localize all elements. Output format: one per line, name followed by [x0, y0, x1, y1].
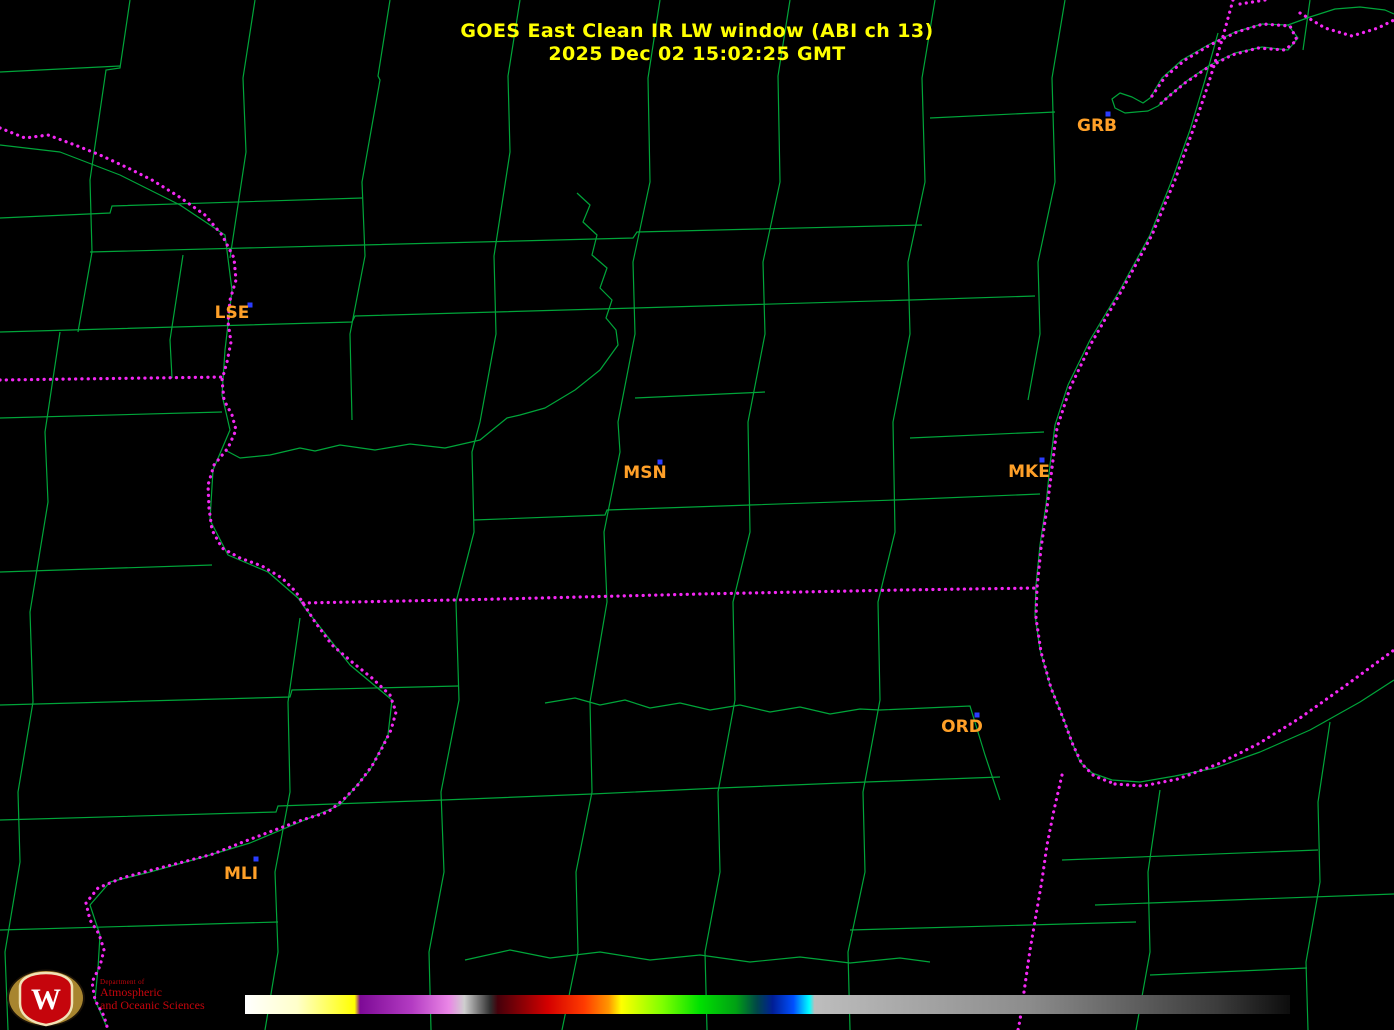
river-shoreline-line [224, 192, 619, 459]
river-shoreline-line [544, 697, 881, 715]
county-boundary-line [909, 431, 1045, 439]
station-label-LSE: LSE [215, 303, 250, 323]
uw-aos-logo-text: Department of Atmospheric and Oceanic Sc… [100, 978, 205, 1012]
state-border-dotted-line [0, 126, 398, 1030]
state-border-dotted-line [0, 375, 226, 382]
county-boundary-line [89, 224, 923, 253]
river-shoreline-line [0, 144, 393, 1026]
ir-temperature-colorbar [245, 995, 1290, 1014]
county-boundary-line [1135, 789, 1161, 1030]
state-border-dotted-line [1016, 773, 1064, 1030]
county-boundary-line [1094, 893, 1394, 906]
river-shoreline-line [464, 949, 931, 964]
county-boundary-line [0, 921, 279, 931]
state-border-dotted-line [1113, 648, 1394, 788]
station-label-GRB: GRB [1077, 116, 1117, 136]
county-boundary-line [1305, 721, 1331, 1030]
river-shoreline-line [1034, 32, 1394, 783]
state-border-dotted-line [1238, 0, 1267, 6]
county-boundary-line [929, 111, 1056, 119]
station-label-MSN: MSN [623, 463, 666, 483]
logo-line2: and Oceanic Sciences [100, 998, 205, 1012]
uw-aos-logo: W Department of Atmospheric and Oceanic … [6, 969, 205, 1027]
county-boundary-line [0, 776, 1001, 821]
state-border-dotted-line [301, 586, 1039, 605]
county-boundary-line [169, 254, 184, 379]
county-boundary-line [561, 0, 661, 1030]
county-boundary-line [0, 197, 363, 219]
image-timestamp: 2025 Dec 02 15:02:25 GMT [548, 43, 846, 65]
station-dot-MLI [253, 856, 259, 862]
county-boundary-line [847, 0, 936, 1030]
county-boundary-line [849, 921, 1137, 931]
county-boundary-line [0, 295, 1036, 333]
county-boundary-line [0, 564, 213, 573]
county-boundary-line [704, 0, 791, 1030]
image-title: GOES East Clean IR LW window (ABI ch 13)… [0, 20, 1394, 66]
uw-crest-icon: W [7, 969, 85, 1027]
image-title-line1: GOES East Clean IR LW window (ABI ch 13) [460, 20, 934, 42]
county-boundary-line [0, 411, 223, 419]
satellite-image-viewport: GRB LSE MSN MKE ORD MLI GOES East Clean IR LW… [0, 0, 1394, 1030]
county-boundary-line [634, 391, 766, 399]
svg-text:W: W [31, 983, 61, 1016]
station-label-MLI: MLI [224, 864, 258, 884]
county-boundary-line [0, 65, 121, 73]
station-label-ORD: ORD [941, 717, 983, 737]
station-label-MKE: MKE [1008, 462, 1050, 482]
county-boundary-line [428, 0, 521, 1030]
county-boundary-line [1149, 967, 1308, 976]
county-boundary-line [1061, 849, 1319, 861]
map-svg: GRB LSE MSN MKE ORD MLI [0, 0, 1394, 1030]
county-boundary-line [4, 331, 61, 1030]
county-boundary-line [473, 493, 1041, 521]
